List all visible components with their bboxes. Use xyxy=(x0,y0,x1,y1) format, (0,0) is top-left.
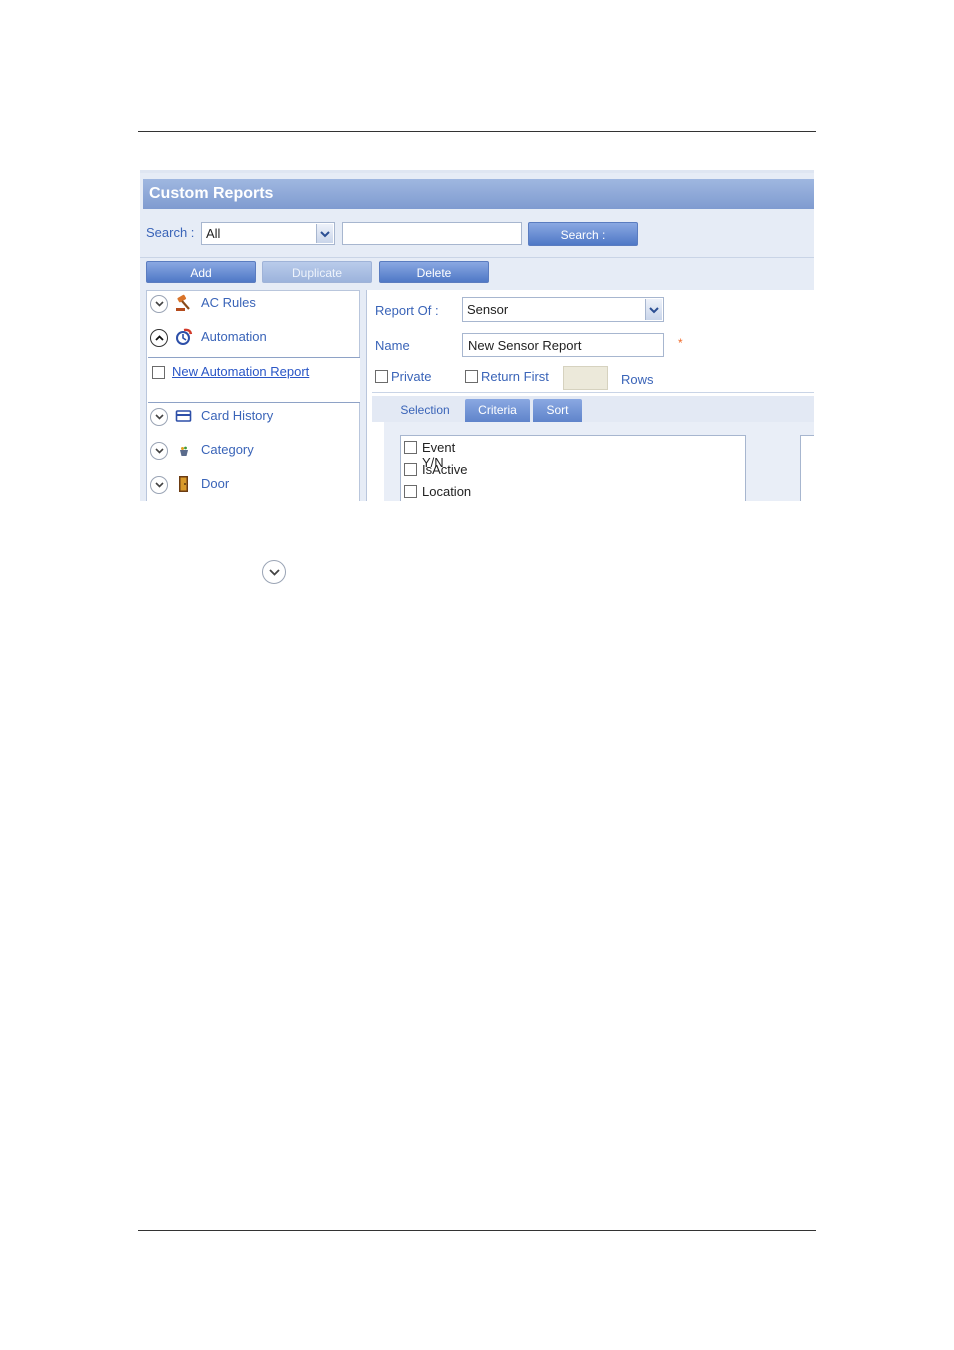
report-of-select[interactable]: Sensor xyxy=(462,297,664,322)
tree-item-label: Card History xyxy=(201,408,274,423)
field-label: IsActive xyxy=(422,462,468,477)
chevron-down-icon xyxy=(262,560,286,584)
door-icon xyxy=(175,475,193,493)
chevron-down-icon[interactable] xyxy=(150,442,168,460)
report-checkbox[interactable] xyxy=(152,366,165,379)
delete-button[interactable]: Delete xyxy=(379,261,489,283)
chevron-down-icon[interactable] xyxy=(150,295,168,313)
search-button[interactable]: Search : xyxy=(528,222,638,246)
tab-sort[interactable]: Sort xyxy=(533,399,582,422)
report-of-value: Sensor xyxy=(467,302,509,317)
return-first-label: Return First xyxy=(481,369,549,384)
tab-criteria[interactable]: Criteria xyxy=(465,399,530,422)
rows-label: Rows xyxy=(621,372,654,387)
return-first-checkbox[interactable] xyxy=(465,370,478,383)
fields-list: Event Y/N IsActive Location xyxy=(400,435,746,501)
tree-item-label: Door xyxy=(201,476,230,491)
search-label: Search : xyxy=(146,225,195,240)
tree-item-automation[interactable]: Automation xyxy=(147,325,359,351)
add-button[interactable]: Add xyxy=(146,261,256,283)
gavel-icon xyxy=(175,294,193,312)
name-label: Name xyxy=(375,338,410,353)
private-checkbox[interactable] xyxy=(375,370,388,383)
tree-child-row[interactable]: New Automation Report xyxy=(148,357,360,403)
new-automation-report-link[interactable]: New Automation Report xyxy=(172,364,309,379)
tab-content: Event Y/N IsActive Location xyxy=(384,422,814,501)
search-row: Search : All Search : xyxy=(140,213,814,253)
divider xyxy=(372,392,814,393)
required-mark: * xyxy=(678,336,683,350)
name-input[interactable] xyxy=(462,333,664,357)
search-input[interactable] xyxy=(342,222,522,245)
page-bottom-rule xyxy=(138,1230,816,1231)
tree-item-label: Category xyxy=(201,442,254,457)
rows-input[interactable] xyxy=(563,366,608,390)
chevron-down-icon[interactable] xyxy=(645,299,662,320)
category-icon xyxy=(175,441,193,459)
duplicate-button[interactable]: Duplicate xyxy=(262,261,372,283)
window-title: Custom Reports xyxy=(143,179,814,209)
tree-item-label: Automation xyxy=(201,329,267,344)
chevron-down-icon[interactable] xyxy=(316,224,333,243)
report-of-label: Report Of : xyxy=(375,303,439,318)
report-tree: AC Rules Automation New Automation Repor… xyxy=(146,290,360,501)
field-checkbox[interactable] xyxy=(404,441,417,454)
tree-item-card-history[interactable]: Card History xyxy=(147,404,359,430)
page-top-rule xyxy=(138,131,816,132)
report-form: Report Of : Sensor Name * Private Return… xyxy=(366,290,814,501)
search-scope-value: All xyxy=(206,226,221,241)
tree-item-category[interactable]: Category xyxy=(147,438,359,464)
chevron-up-icon[interactable] xyxy=(150,329,168,347)
tree-item-door[interactable]: Door xyxy=(147,472,359,498)
card-icon xyxy=(175,407,193,425)
chevron-down-icon[interactable] xyxy=(150,476,168,494)
tree-item-ac-rules[interactable]: AC Rules xyxy=(147,291,359,317)
tab-selection[interactable]: Selection xyxy=(390,399,460,422)
field-checkbox[interactable] xyxy=(404,463,417,476)
tree-item-label: AC Rules xyxy=(201,295,256,310)
selected-fields-list[interactable] xyxy=(800,435,814,501)
field-label: Location xyxy=(422,484,472,499)
field-checkbox[interactable] xyxy=(404,485,417,498)
divider xyxy=(140,257,814,258)
tab-bar: Selection Criteria Sort xyxy=(372,396,814,422)
automation-icon xyxy=(175,328,193,346)
chevron-down-icon[interactable] xyxy=(150,408,168,426)
private-label: Private xyxy=(391,369,432,384)
search-scope-select[interactable]: All xyxy=(201,222,335,245)
custom-reports-window: Custom Reports Search : All Search : Add… xyxy=(140,170,814,501)
